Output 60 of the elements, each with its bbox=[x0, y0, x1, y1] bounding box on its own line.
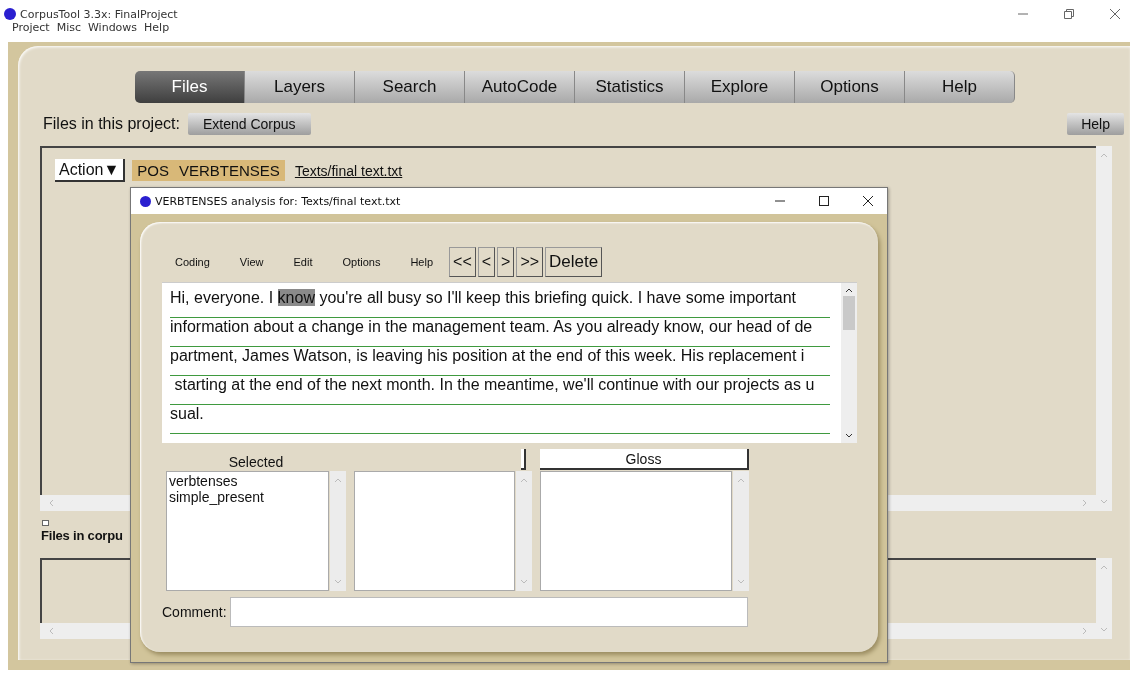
scroll-thumb[interactable] bbox=[843, 296, 855, 330]
corpus-label: Files in corpu bbox=[41, 528, 124, 543]
window-title: CorpusTool 3.3x: FinalProject bbox=[20, 7, 178, 21]
scroll-right-icon[interactable] bbox=[1082, 499, 1088, 507]
text-line: partment, James Watson, is leaving his position at the end of this week. His replacement i bbox=[170, 347, 830, 376]
text-line: starting at the end of the next month. In the meantime, we'll continue with our projects as u bbox=[170, 376, 830, 405]
menu-item[interactable]: Edit bbox=[293, 256, 313, 268]
restore-icon[interactable] bbox=[1064, 9, 1074, 19]
tab[interactable]: Search bbox=[355, 71, 465, 103]
scroll-left-icon[interactable] bbox=[48, 499, 54, 507]
menu-item[interactable]: Windows bbox=[87, 21, 138, 34]
extend-corpus-button[interactable]: Extend Corpus bbox=[187, 113, 311, 135]
checkbox-icon[interactable] bbox=[42, 520, 49, 526]
vertical-scrollbar[interactable] bbox=[841, 283, 857, 443]
layer-tag[interactable]: VERBTENSES bbox=[174, 160, 285, 181]
comment-label: Comment: bbox=[162, 604, 228, 620]
text-line: information about a change in the management team. As you already know, our head of de bbox=[170, 318, 830, 347]
nav-button[interactable]: >> bbox=[516, 247, 544, 277]
nav-button[interactable]: > bbox=[497, 247, 515, 277]
help-button[interactable]: Help bbox=[1067, 113, 1124, 135]
delete-button[interactable]: Delete bbox=[545, 247, 603, 277]
menu-item[interactable]: View bbox=[239, 256, 264, 268]
app-logo-icon bbox=[140, 195, 151, 207]
menu-item[interactable]: Options bbox=[342, 256, 381, 268]
app-logo-icon bbox=[4, 8, 16, 20]
files-label: Files in this project: bbox=[43, 115, 180, 133]
tab[interactable]: Explore bbox=[685, 71, 795, 103]
list-header: Selected bbox=[228, 454, 284, 470]
close-icon[interactable] bbox=[863, 196, 873, 206]
tab[interactable]: Options bbox=[795, 71, 905, 103]
list-item[interactable]: simple_present bbox=[169, 489, 326, 505]
scroll-down-icon[interactable] bbox=[845, 433, 853, 439]
nav-button[interactable]: << bbox=[449, 247, 476, 277]
tab[interactable]: AutoCode bbox=[465, 71, 575, 103]
action-dropdown[interactable]: Action▼ bbox=[55, 159, 126, 182]
menu-item[interactable]: Project bbox=[12, 21, 50, 34]
layer-tag[interactable]: POS bbox=[132, 160, 174, 181]
text-line: sual. bbox=[170, 405, 830, 434]
list-box[interactable]: verbtenses simple_present bbox=[166, 471, 329, 591]
tab[interactable]: Help bbox=[905, 71, 1015, 103]
menu-item[interactable]: Help bbox=[144, 21, 170, 34]
nav-button[interactable]: < bbox=[477, 247, 496, 277]
list-item[interactable]: verbtenses bbox=[169, 473, 326, 489]
list-box[interactable] bbox=[354, 471, 515, 591]
menu-item[interactable]: Help bbox=[410, 256, 434, 268]
scroll-up-icon[interactable] bbox=[845, 287, 853, 293]
file-link[interactable]: Texts/final text.txt bbox=[294, 162, 403, 179]
maximize-icon[interactable] bbox=[819, 196, 829, 206]
gloss-header-button[interactable]: Gloss bbox=[540, 449, 749, 470]
comment-field[interactable] bbox=[230, 597, 748, 627]
tab[interactable]: Files bbox=[135, 71, 245, 103]
text-line: Hi, everyone. I know you're all busy so I'll keep this briefing quick. I have some important bbox=[170, 289, 830, 318]
menu-item[interactable]: Coding bbox=[175, 256, 210, 268]
dialog-title: VERBTENSES analysis for: Texts/final text.txt bbox=[155, 194, 401, 208]
tab[interactable]: Statistics bbox=[575, 71, 685, 103]
scroll-right-icon[interactable] bbox=[1082, 627, 1088, 635]
tab[interactable]: Layers bbox=[245, 71, 355, 103]
list-box[interactable] bbox=[540, 471, 732, 591]
scroll-left-icon[interactable] bbox=[48, 627, 54, 635]
menu-item[interactable]: Misc bbox=[56, 21, 81, 34]
